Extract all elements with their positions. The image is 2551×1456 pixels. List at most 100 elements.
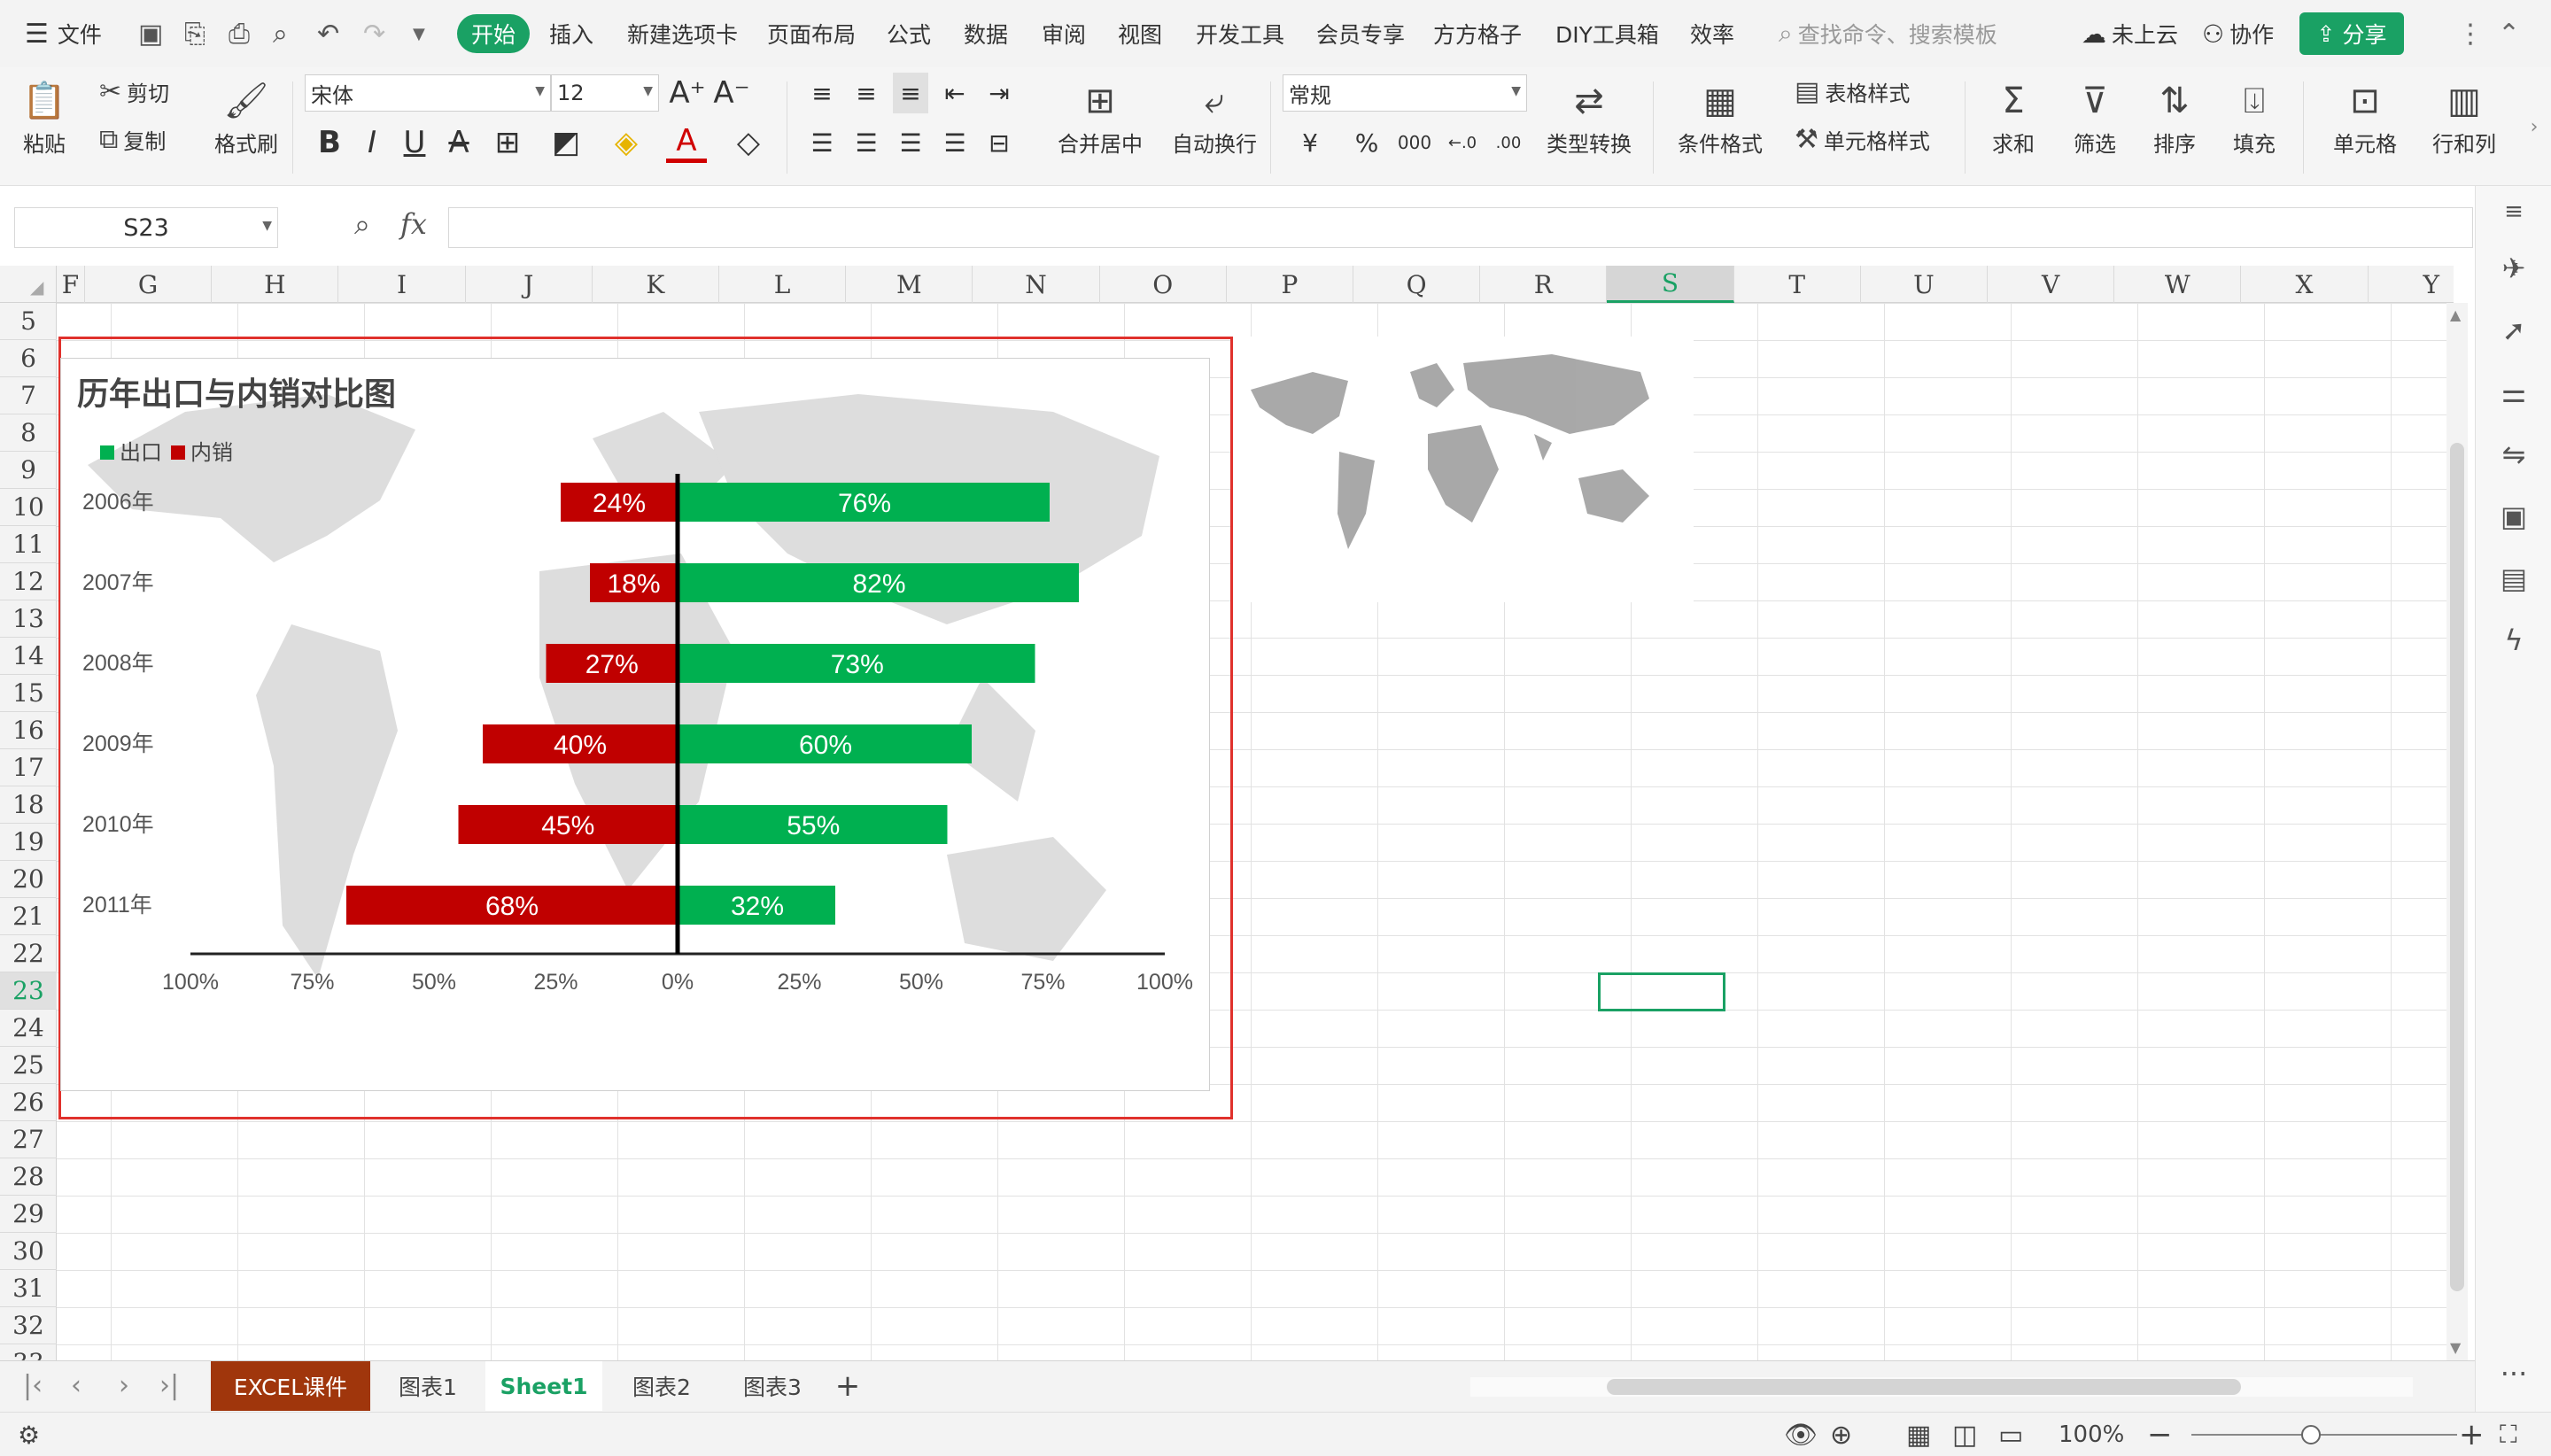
row-header-9[interactable]: 9 xyxy=(0,452,57,489)
row-header-30[interactable]: 30 xyxy=(0,1233,57,1270)
column-header-f[interactable]: F xyxy=(57,266,85,303)
panel-menu-icon[interactable]: ≡ xyxy=(2476,198,2551,225)
column-header-r[interactable]: R xyxy=(1480,266,1608,303)
cell-button[interactable]: ⊡ 单元格 xyxy=(2321,73,2409,158)
eye-protect-icon[interactable]: 👁 xyxy=(1784,1413,1818,1456)
row-header-22[interactable]: 22 xyxy=(0,935,57,972)
cloud-status[interactable]: ☁ 未上云 xyxy=(2082,0,2178,67)
row-header-23[interactable]: 23 xyxy=(0,972,57,1010)
conditional-format-button[interactable]: ▦ 条件格式 xyxy=(1665,73,1775,158)
row-header-7[interactable]: 7 xyxy=(0,377,57,414)
row-header-24[interactable]: 24 xyxy=(0,1010,57,1047)
tab-formulas[interactable]: 公式 xyxy=(887,0,931,67)
tab-member[interactable]: 会员专享 xyxy=(1316,0,1405,67)
row-col-button[interactable]: ▥ 行和列 xyxy=(2418,73,2510,158)
tab-data[interactable]: 数据 xyxy=(964,0,1008,67)
indent-increase-icon[interactable]: ⇥ xyxy=(981,73,1017,113)
tab-ffgz[interactable]: 方方格子 xyxy=(1433,0,1522,67)
cell-style-button[interactable]: ⚒ 单元格样式 xyxy=(1795,124,1930,155)
align-middle-icon[interactable]: ≡ xyxy=(849,73,884,113)
font-size-select[interactable]: 12 ▼ xyxy=(551,74,659,112)
chart-area[interactable]: 历年出口与内销对比图 出口 内销 2006年 76% 24% 2007年 82% 18% 2… xyxy=(60,358,1210,1091)
select-all-corner[interactable]: ◢ xyxy=(0,266,57,303)
zoom-out-button[interactable]: − xyxy=(2147,1413,2173,1456)
zoom-slider[interactable] xyxy=(2191,1434,2457,1436)
selected-cell-s23[interactable] xyxy=(1598,972,1725,1011)
scroll-up-icon[interactable]: ▲ xyxy=(2450,306,2461,323)
font-color-button[interactable]: A xyxy=(666,122,707,163)
column-header-v[interactable]: V xyxy=(1988,266,2115,303)
macro-icon[interactable]: ⚙ xyxy=(18,1413,40,1456)
normal-view-icon[interactable]: ▦ xyxy=(1906,1413,1931,1456)
tab-diy[interactable]: DIY工具箱 xyxy=(1555,0,1659,67)
tab-developer[interactable]: 开发工具 xyxy=(1196,0,1284,67)
file-menu[interactable]: ☰ 文件 xyxy=(25,0,102,67)
row-header-10[interactable]: 10 xyxy=(0,489,57,526)
export-pdf-icon[interactable]: ⎘ xyxy=(184,0,205,67)
share-button[interactable]: ⇪ 分享 xyxy=(2299,12,2404,55)
chevron-right-icon[interactable]: › xyxy=(2521,106,2547,147)
filter-button[interactable]: ⊽ 筛选 xyxy=(2059,73,2131,158)
border-icon[interactable]: ⊞ xyxy=(487,122,528,163)
book-icon[interactable]: ▤ xyxy=(2476,561,2551,595)
increase-font-icon[interactable]: A⁺ xyxy=(669,73,705,113)
row-header-25[interactable]: 25 xyxy=(0,1047,57,1084)
prev-sheet-icon[interactable]: ‹ xyxy=(71,1370,81,1401)
zoom-in-button[interactable]: + xyxy=(2459,1413,2485,1456)
redo-icon[interactable]: ↷ xyxy=(363,0,385,67)
align-top-icon[interactable]: ≡ xyxy=(804,73,840,113)
undo-icon[interactable]: ↶ xyxy=(317,0,339,67)
row-header-11[interactable]: 11 xyxy=(0,526,57,563)
align-bottom-icon[interactable]: ≡ xyxy=(893,73,928,113)
tab-review[interactable]: 审阅 xyxy=(1042,0,1086,67)
freeze-icon[interactable]: ⊕ xyxy=(1830,1413,1852,1456)
sheet-tab-chart3[interactable]: 图表3 xyxy=(719,1361,826,1411)
column-header-t[interactable]: T xyxy=(1734,266,1861,303)
row-header-6[interactable]: 6 xyxy=(0,340,57,377)
align-center-icon[interactable]: ☰ xyxy=(849,122,884,163)
horizontal-scroll-thumb[interactable] xyxy=(1607,1379,2241,1395)
transform-icon[interactable]: ⇋ xyxy=(2476,438,2551,471)
sliders-icon[interactable]: ⚌ xyxy=(2476,376,2551,409)
decrease-decimal-button[interactable]: .00 xyxy=(1488,122,1529,163)
fx-icon[interactable]: fx xyxy=(400,207,427,241)
row-header-18[interactable]: 18 xyxy=(0,786,57,824)
strikethrough-button[interactable]: A xyxy=(441,122,477,163)
tab-home[interactable]: 开始 xyxy=(457,14,530,53)
more-dots-icon[interactable]: ··· xyxy=(2476,1357,2551,1390)
row-header-19[interactable]: 19 xyxy=(0,824,57,861)
column-header-m[interactable]: M xyxy=(846,266,973,303)
column-header-o[interactable]: O xyxy=(1100,266,1227,303)
copy-button[interactable]: ⧉ 复制 xyxy=(99,124,166,155)
column-header-g[interactable]: G xyxy=(85,266,213,303)
thousands-button[interactable]: 000 xyxy=(1394,122,1435,163)
sheet-tab-chart2[interactable]: 图表2 xyxy=(606,1361,717,1411)
fill-button[interactable]: ⍗ 填充 xyxy=(2218,73,2291,158)
world-map-picture[interactable] xyxy=(1233,337,1694,602)
currency-button[interactable]: ¥ xyxy=(1290,122,1330,163)
print-preview-icon[interactable]: ⌕ xyxy=(273,0,288,67)
row-header-15[interactable]: 15 xyxy=(0,675,57,712)
row-header-8[interactable]: 8 xyxy=(0,414,57,452)
row-header-17[interactable]: 17 xyxy=(0,749,57,786)
scroll-down-icon[interactable]: ▼ xyxy=(2450,1339,2461,1356)
wrap-text-button[interactable]: ⤶ 自动换行 xyxy=(1167,73,1261,158)
row-header-31[interactable]: 31 xyxy=(0,1270,57,1307)
zoom-formula-icon[interactable]: ⌕ xyxy=(354,207,370,242)
cell-effect-icon[interactable]: ◩ xyxy=(546,122,586,163)
fill-color-icon[interactable]: ◈ xyxy=(606,122,647,163)
column-header-w[interactable]: W xyxy=(2114,266,2242,303)
row-header-14[interactable]: 14 xyxy=(0,638,57,675)
formula-input[interactable] xyxy=(448,207,2473,248)
align-right-icon[interactable]: ☰ xyxy=(893,122,928,163)
tab-insert[interactable]: 插入 xyxy=(549,0,593,67)
zoom-level[interactable]: 100% xyxy=(2059,1413,2124,1456)
row-header-16[interactable]: 16 xyxy=(0,712,57,749)
underline-button[interactable]: U xyxy=(397,122,432,163)
justify-icon[interactable]: ☰ xyxy=(937,122,973,163)
row-header-21[interactable]: 21 xyxy=(0,898,57,935)
row-header-27[interactable]: 27 xyxy=(0,1121,57,1158)
vertical-scroll-thumb[interactable] xyxy=(2450,443,2464,1291)
column-header-n[interactable]: N xyxy=(973,266,1100,303)
table-style-button[interactable]: ▤ 表格样式 xyxy=(1795,76,1910,107)
